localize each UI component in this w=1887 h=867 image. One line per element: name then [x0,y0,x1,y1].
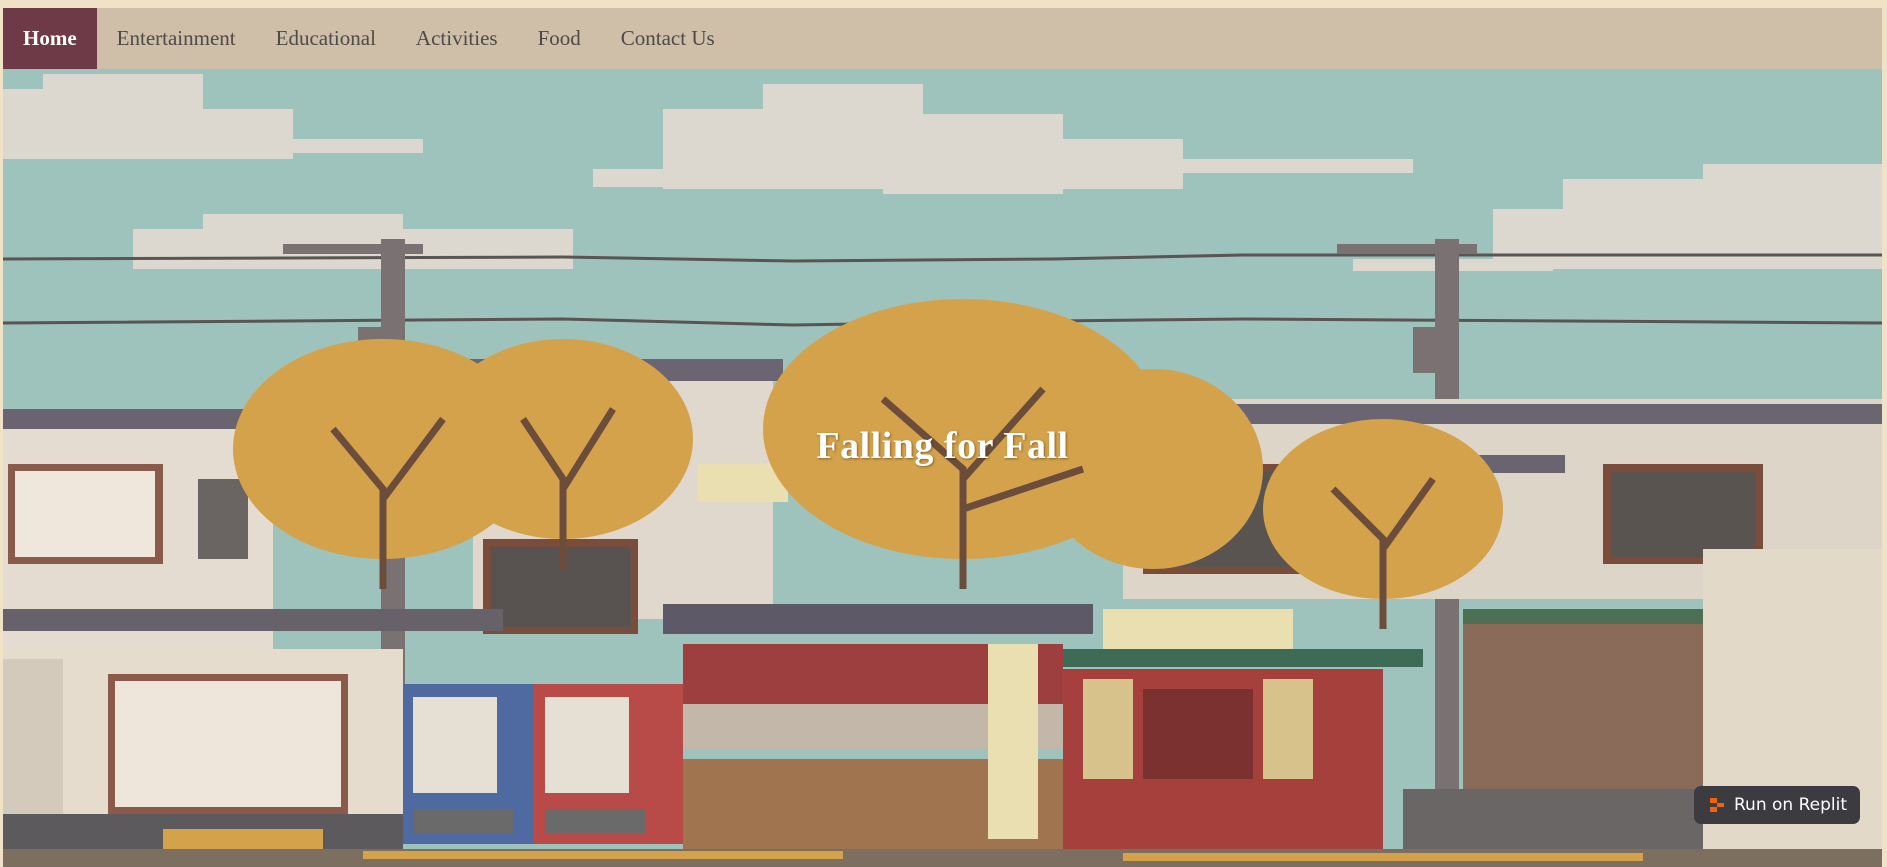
nav-item-activities[interactable]: Activities [396,8,518,69]
nav-item-entertainment[interactable]: Entertainment [97,8,256,69]
top-navbar: Home Entertainment Educational Activitie… [3,8,1882,69]
hero-title: Falling for Fall [816,425,1069,468]
hero-banner: Falling for Fall [3,69,1882,867]
run-on-replit-button[interactable]: Run on Replit [1694,786,1860,824]
run-on-replit-label: Run on Replit [1734,795,1847,815]
nav-item-food[interactable]: Food [518,8,601,69]
nav-item-educational[interactable]: Educational [256,8,396,69]
page: Home Entertainment Educational Activitie… [3,8,1882,867]
nav-item-contact-us[interactable]: Contact Us [601,8,735,69]
replit-icon [1708,796,1726,814]
nav-item-home[interactable]: Home [3,8,97,69]
